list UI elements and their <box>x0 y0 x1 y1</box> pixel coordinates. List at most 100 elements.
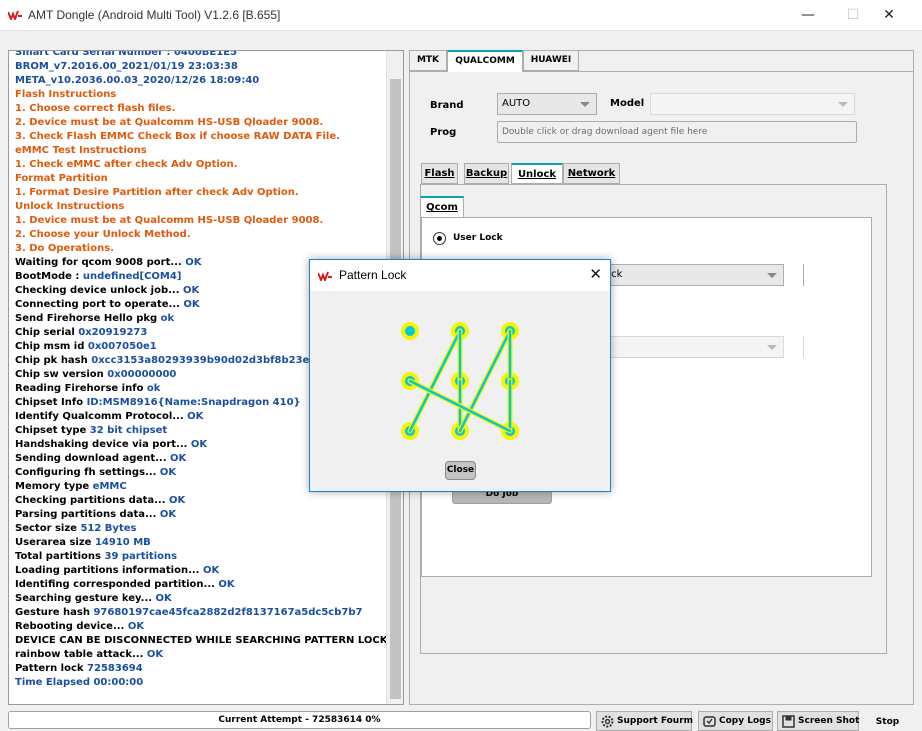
log-text: Identifing corresponded partition... <box>15 579 215 590</box>
log-value: ok <box>143 383 161 394</box>
log-line: DEVICE CAN BE DISCONNECTED WHILE SEARCHI… <box>15 634 403 648</box>
log-text: Smart Card Serial Number : 0400BE1E5 <box>15 50 237 58</box>
log-text: Reading Firehorse info <box>15 383 144 394</box>
tab-network[interactable]: Network <box>563 163 620 184</box>
log-text: Loading partitions information... <box>15 565 200 576</box>
log-text: BootMode : <box>15 271 80 282</box>
user-lock-radio[interactable] <box>433 232 446 245</box>
log-text: Sector size <box>15 523 77 534</box>
log-text: Identify Qualcomm Protocol... <box>15 411 184 422</box>
log-line: Sector size 512 Bytes <box>15 522 387 536</box>
tab-backup[interactable]: Backup <box>464 163 509 184</box>
log-text: Total partitions <box>15 551 101 562</box>
tab-qcom[interactable]: Qcom <box>420 196 464 217</box>
log-line: Format Partition <box>15 172 387 186</box>
log-line: META_v10.2036.00.03_2020/12/26 18:09:40 <box>15 74 387 88</box>
window-title: AMT Dongle (Android Multi Tool) V1.2.6 [… <box>28 8 281 22</box>
log-text: Chip msm id <box>15 341 85 352</box>
close-window-button[interactable]: ✕ <box>866 0 912 31</box>
log-text: Waiting for qcom 9008 port... <box>15 257 182 268</box>
log-value: 97680197cae45fca2882d2f8137167a5dc5cb7b7 <box>89 607 363 618</box>
log-text: META_v10.2036.00.03_2020/12/26 18:09:40 <box>15 75 260 86</box>
divider <box>803 336 804 358</box>
log-value: OK <box>181 257 202 268</box>
log-text: Chip sw version <box>15 369 104 380</box>
log-text: Parsing partitions data... <box>15 509 157 520</box>
log-value: OK <box>179 285 200 296</box>
log-line: Parsing partitions data... OK <box>15 508 387 522</box>
copy-icon <box>703 716 716 727</box>
log-text: Checking partitions data... <box>15 495 166 506</box>
log-text: Chip pk hash <box>15 355 88 366</box>
tab-qualcomm[interactable]: QUALCOMM <box>447 50 523 72</box>
log-value: OK <box>156 467 177 478</box>
prog-input[interactable]: Double click or drag download agent file… <box>497 121 857 143</box>
model-select[interactable] <box>650 93 855 115</box>
log-value: 39 partitions <box>101 551 178 562</box>
log-value: OK <box>124 621 145 632</box>
log-text: Chipset type <box>15 425 87 436</box>
log-line: Total partitions 39 partitions <box>15 550 387 564</box>
log-text: Chipset Info <box>15 397 84 408</box>
log-value: OK <box>165 495 186 506</box>
screen-shot-button[interactable]: Screen Shot <box>777 711 859 731</box>
log-line: Time Elapsed 00:00:00 <box>15 676 387 690</box>
log-line: BROM_v7.2016.00_2021/01/19 23:03:38 <box>15 60 387 74</box>
support-forum-label: Support Fourm <box>617 716 694 726</box>
dialog-close-button[interactable]: Close <box>445 461 476 480</box>
log-value: 512 Bytes <box>76 523 137 534</box>
log-text: Memory type <box>15 481 90 492</box>
log-text: Pattern lock <box>15 663 84 674</box>
log-text: eMMC Test Instructions <box>15 145 147 156</box>
log-line: Unlock Instructions <box>15 200 387 214</box>
log-text: 1. Format Desire Partition after check A… <box>15 187 299 198</box>
gear-icon <box>601 715 614 728</box>
close-icon[interactable]: ✕ <box>589 265 602 283</box>
tab-unlock[interactable]: Unlock <box>511 163 563 184</box>
log-line: 2. Choose your Unlock Method. <box>15 228 387 242</box>
log-line: Flash Instructions <box>15 88 387 102</box>
minimize-button[interactable]: — <box>785 0 831 31</box>
chevron-down-icon <box>767 273 777 278</box>
tab-huawei[interactable]: HUAWEI <box>523 50 579 71</box>
log-line: 1. Format Desire Partition after check A… <box>15 186 387 200</box>
log-text: DEVICE CAN BE DISCONNECTED WHILE SEARCHI… <box>15 635 404 646</box>
log-value: OK <box>183 411 204 422</box>
log-text: Flash Instructions <box>15 89 117 100</box>
log-text: Configuring fh settings... <box>15 467 157 478</box>
log-line: 2. Device must be at Qualcomm HS-USB Qlo… <box>15 116 387 130</box>
log-line: eMMC Test Instructions <box>15 144 387 158</box>
tab-mtk[interactable]: MTK <box>409 50 447 71</box>
brand-value: AUTO <box>502 98 531 109</box>
dialog-title-bar: Pattern Lock ✕ <box>310 260 610 291</box>
copy-logs-label: Copy Logs <box>719 716 771 726</box>
stop-button[interactable]: Stop <box>865 711 910 731</box>
tab-flash[interactable]: Flash <box>421 163 458 184</box>
log-text: 1. Choose correct flash files. <box>15 103 176 114</box>
log-line: Identifing corresponded partition... OK <box>15 578 387 592</box>
support-forum-button[interactable]: Support Fourm <box>596 711 694 731</box>
brand-select[interactable]: AUTO <box>497 93 597 115</box>
log-line: Loading partitions information... OK <box>15 564 387 578</box>
log-text: 1. Check eMMC after check Adv Option. <box>15 159 238 170</box>
log-value: OK <box>187 439 208 450</box>
chevron-down-icon <box>838 102 848 107</box>
pattern-lock-dialog: Pattern Lock ✕ Close <box>309 259 611 492</box>
unlock-method-select[interactable]: ock <box>600 264 784 286</box>
log-value: OK <box>143 649 164 660</box>
copy-logs-button[interactable]: Copy Logs <box>698 711 773 731</box>
log-text: Handshaking device via port... <box>15 439 188 450</box>
log-line: Searching gesture key... OK <box>15 592 387 606</box>
log-text: 3. Do Operations. <box>15 243 114 254</box>
log-value: 0x00000000 <box>103 369 177 380</box>
secondary-select[interactable] <box>600 336 784 358</box>
chevron-down-icon <box>580 102 590 107</box>
log-line: Pattern lock 72583694 <box>15 662 387 676</box>
log-text: Searching gesture key... <box>15 593 153 604</box>
divider <box>803 264 804 286</box>
dialog-title: Pattern Lock <box>339 268 407 282</box>
log-line: 3. Do Operations. <box>15 242 387 256</box>
log-text: Sending download agent... <box>15 453 167 464</box>
log-value: undefined[COM4] <box>79 271 182 282</box>
log-value: 14910 MB <box>91 537 151 548</box>
